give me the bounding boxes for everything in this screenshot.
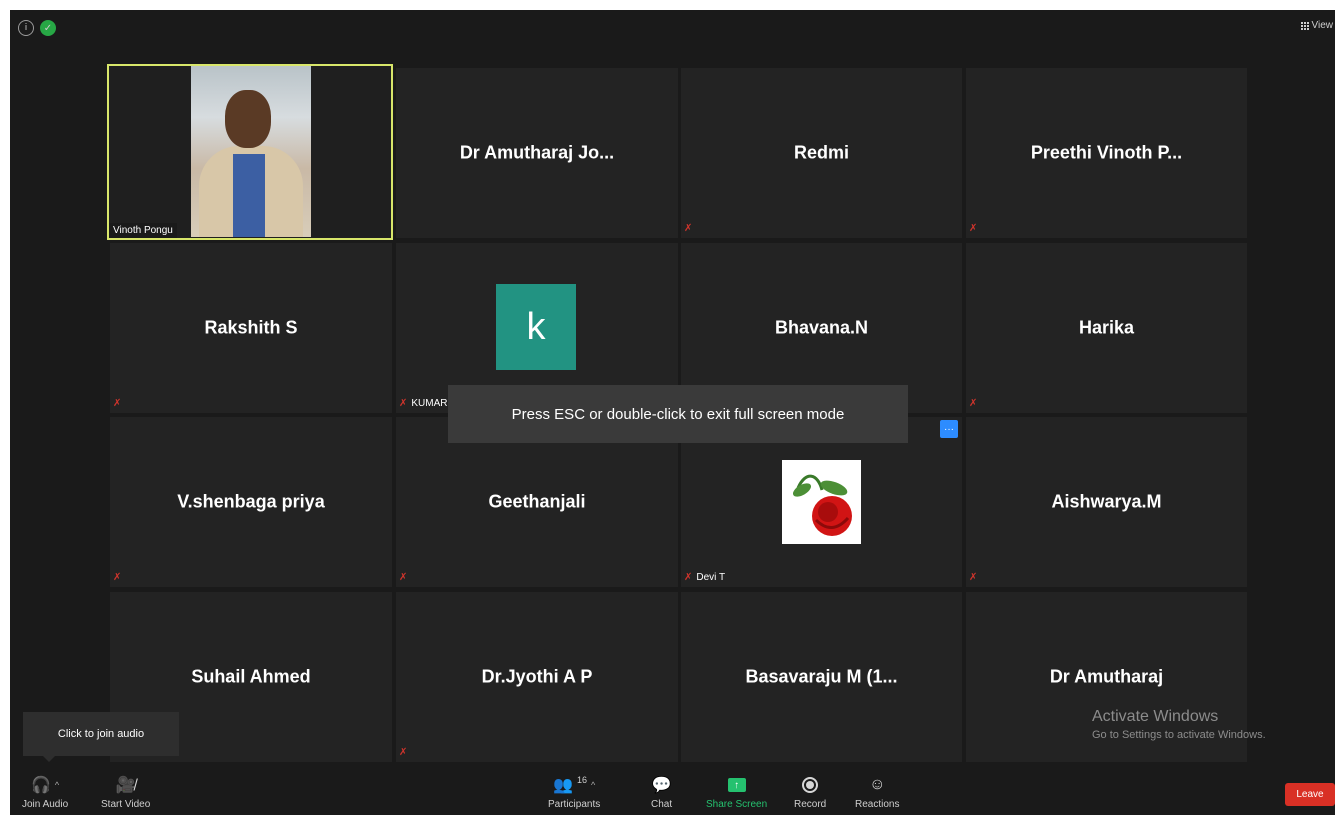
muted-mic-icon: ✗ xyxy=(969,572,978,583)
muted-mic-icon: ✗ Devi T xyxy=(684,572,726,583)
record-button[interactable]: Record xyxy=(794,773,826,810)
muted-mic-icon: ✗ xyxy=(399,572,408,583)
more-options-icon[interactable]: ··· xyxy=(940,420,958,438)
share-screen-icon: ↑ xyxy=(727,778,746,792)
reactions-label: Reactions xyxy=(855,799,900,810)
participant-name: Dr Amutharaj Jo... xyxy=(459,142,615,163)
start-video-button[interactable]: 🎥̸ Start Video xyxy=(101,773,150,810)
participant-tile[interactable]: Redmi ✗ xyxy=(681,68,962,238)
participant-tile[interactable]: Harika ✗ xyxy=(966,243,1247,413)
participant-tile[interactable]: Rakshith S ✗ xyxy=(110,243,392,413)
reactions-icon: ☺ xyxy=(869,776,886,793)
join-audio-button[interactable]: 🎧 ^ Join Audio xyxy=(22,773,68,810)
chevron-up-icon[interactable]: ^ xyxy=(55,780,59,790)
participant-name: Aishwarya.M xyxy=(1051,491,1162,512)
participant-tile[interactable]: V.shenbaga priya ✗ xyxy=(110,417,392,587)
participant-tile[interactable]: Basavaraju M (1... xyxy=(681,592,962,762)
zoom-meeting-window: i ✓ View Vinoth Pongu Dr Amutharaj Jo...… xyxy=(10,10,1335,815)
watermark-title: Activate Windows xyxy=(1092,708,1219,725)
participant-name: Basavaraju M (1... xyxy=(745,666,898,687)
participant-name: Redmi xyxy=(793,142,849,163)
participant-name: Bhavana.N xyxy=(774,317,869,338)
participant-tile[interactable]: Dr.Jyothi A P ✗ xyxy=(396,592,678,762)
participant-name: Dr.Jyothi A P xyxy=(481,666,593,687)
participant-name-tag: Vinoth Pongu xyxy=(109,223,177,238)
participant-name: Preethi Vinoth P... xyxy=(1030,142,1183,163)
participant-video xyxy=(191,66,311,237)
muted-mic-icon: ✗ xyxy=(113,572,122,583)
participant-tile[interactable]: Dr Amutharaj Jo... xyxy=(396,68,678,238)
start-video-label: Start Video xyxy=(101,799,151,810)
join-audio-tooltip: Click to join audio xyxy=(23,712,179,762)
participants-label: Participants xyxy=(548,799,601,810)
reactions-button[interactable]: ☺ Reactions xyxy=(855,773,899,810)
top-left-icons: i ✓ xyxy=(18,20,56,36)
muted-mic-icon: ✗ xyxy=(113,398,122,409)
chat-icon: 💬 xyxy=(651,777,672,794)
participant-name-tag: Devi T xyxy=(696,572,726,583)
participants-icon: 👥 xyxy=(553,777,573,794)
muted-mic-icon: ✗ xyxy=(969,223,978,234)
info-icon[interactable]: i xyxy=(18,20,34,36)
participant-tile[interactable]: Aishwarya.M ✗ xyxy=(966,417,1247,587)
muted-mic-icon: ✗ xyxy=(684,223,693,234)
watermark-subtitle: Go to Settings to activate Windows. xyxy=(1092,729,1266,741)
participant-name: Dr Amutharaj xyxy=(1049,666,1164,687)
view-label: View xyxy=(1311,20,1334,31)
chevron-up-icon[interactable]: ^ xyxy=(591,780,595,790)
participant-name: V.shenbaga priya xyxy=(177,491,325,512)
participant-name: Suhail Ahmed xyxy=(191,666,311,687)
participant-name: Rakshith S xyxy=(204,317,298,338)
share-screen-label: Share Screen xyxy=(706,799,768,810)
rose-image xyxy=(782,460,861,544)
participant-tile-active[interactable]: Vinoth Pongu xyxy=(107,64,393,240)
activate-windows-watermark: Activate Windows Go to Settings to activ… xyxy=(1092,708,1266,741)
participants-count: 16 xyxy=(576,775,587,785)
share-screen-button[interactable]: ↑ Share Screen xyxy=(706,773,767,810)
join-audio-label: Join Audio xyxy=(22,799,69,810)
record-icon xyxy=(802,777,819,793)
shield-icon[interactable]: ✓ xyxy=(40,20,56,36)
muted-mic-icon: ✗ xyxy=(399,747,408,758)
headphones-icon: 🎧 xyxy=(31,777,51,794)
grid-view-icon xyxy=(1300,21,1309,30)
meeting-toolbar: 🎧 ^ Join Audio 🎥̸ Start Video 👥 16 ^ Partic… xyxy=(10,769,1335,815)
fullscreen-exit-toast: Press ESC or double-click to exit full s… xyxy=(448,385,908,443)
chat-button[interactable]: 💬 Chat xyxy=(651,773,672,810)
participant-avatar: k xyxy=(496,284,576,370)
participant-tile[interactable]: Preethi Vinoth P... ✗ xyxy=(966,68,1247,238)
participant-name: Harika xyxy=(1078,317,1135,338)
chat-label: Chat xyxy=(651,799,673,810)
video-off-icon: 🎥̸ xyxy=(115,777,136,794)
record-label: Record xyxy=(794,799,827,810)
participants-button[interactable]: 👥 16 ^ Participants xyxy=(548,773,600,810)
view-button[interactable]: View xyxy=(1300,20,1334,31)
participant-name: Geethanjali xyxy=(488,491,586,512)
muted-mic-icon: ✗ xyxy=(969,398,978,409)
leave-button[interactable]: Leave xyxy=(1285,783,1335,806)
